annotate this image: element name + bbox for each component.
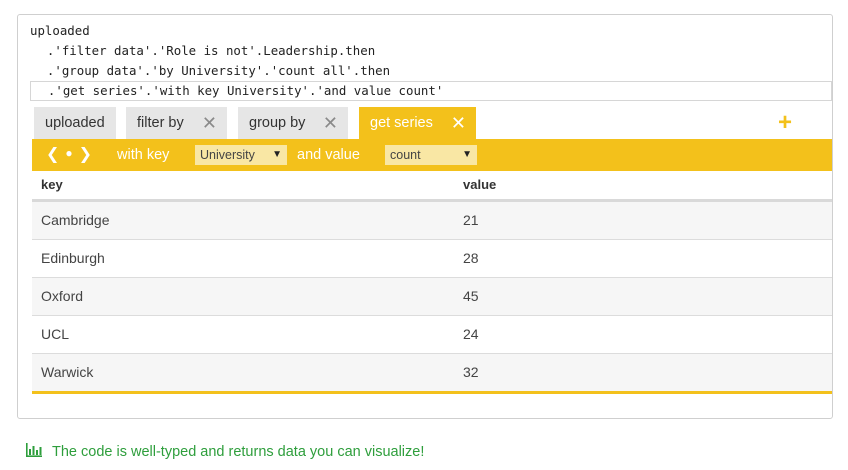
- cell-key: Edinburgh: [41, 250, 105, 266]
- tab-label: group by: [249, 115, 306, 131]
- tab-group-by[interactable]: group by ✕: [238, 107, 348, 139]
- add-icon[interactable]: +: [778, 107, 792, 139]
- chevron-right-icon[interactable]: ❯: [79, 139, 92, 171]
- status-message: The code is well-typed and returns data …: [26, 442, 424, 462]
- chevron-down-icon: ▼: [272, 149, 282, 160]
- tab-label: get series: [370, 115, 433, 131]
- key-select-value: University: [200, 148, 255, 162]
- cell-key: Cambridge: [41, 212, 110, 228]
- code-editor[interactable]: uploaded .'filter data'.'Role is not'.Le…: [30, 21, 832, 101]
- cell-key: UCL: [41, 326, 70, 342]
- editor-panel: uploaded .'filter data'.'Role is not'.Le…: [17, 14, 833, 419]
- tab-filter-by[interactable]: filter by ✕: [126, 107, 227, 139]
- series-toolbar: ❮ ● ❯ with key University ▼ and value coun…: [32, 139, 832, 171]
- close-icon[interactable]: ✕: [323, 107, 338, 139]
- cell-value: 21: [463, 212, 479, 228]
- column-header-value: value: [463, 177, 497, 192]
- status-text: The code is well-typed and returns data …: [52, 444, 425, 460]
- table-row: UCL 24: [32, 316, 832, 354]
- code-line[interactable]: uploaded: [30, 21, 830, 41]
- key-select[interactable]: University ▼: [195, 145, 287, 165]
- tab-uploaded[interactable]: uploaded: [34, 107, 116, 139]
- table-row: Oxford 45: [32, 278, 832, 316]
- bar-chart-icon[interactable]: [26, 443, 42, 458]
- close-icon[interactable]: ✕: [202, 107, 217, 139]
- chevron-down-icon: ▼: [462, 149, 472, 160]
- code-line[interactable]: .'filter data'.'Role is not'.Leadership.…: [30, 41, 830, 61]
- chevron-left-icon[interactable]: ❮: [46, 139, 59, 171]
- tab-label: filter by: [137, 115, 184, 131]
- navigation: ❮ ● ❯: [46, 139, 98, 171]
- cell-key: Oxford: [41, 288, 84, 304]
- value-select[interactable]: count ▼: [385, 145, 477, 165]
- value-select-value: count: [390, 148, 421, 162]
- cell-key: Warwick: [41, 364, 94, 380]
- and-value-label: and value: [297, 147, 360, 163]
- table-row: Edinburgh 28: [32, 240, 832, 278]
- column-header-key: key: [41, 177, 63, 192]
- cell-value: 32: [463, 364, 479, 380]
- with-key-label: with key: [117, 147, 170, 163]
- code-line-active[interactable]: .'get series'.'with key University'.'and…: [30, 81, 832, 101]
- table-row: Cambridge 21: [32, 202, 832, 240]
- dot-icon[interactable]: ●: [65, 137, 72, 169]
- cell-value: 45: [463, 288, 479, 304]
- code-line[interactable]: .'group data'.'by University'.'count all…: [30, 61, 830, 81]
- cell-value: 24: [463, 326, 479, 342]
- table-header: key value: [32, 171, 832, 202]
- table-row: Warwick 32: [32, 354, 832, 394]
- tab-label: uploaded: [45, 115, 105, 131]
- results-table: key value Cambridge 21 Edinburgh 28 Oxfo…: [32, 171, 832, 394]
- cell-value: 28: [463, 250, 479, 266]
- tab-get-series[interactable]: get series ✕: [359, 107, 476, 139]
- pipeline-tabs: uploaded filter by ✕ group by ✕ get seri…: [34, 107, 832, 139]
- close-icon[interactable]: ✕: [451, 107, 466, 139]
